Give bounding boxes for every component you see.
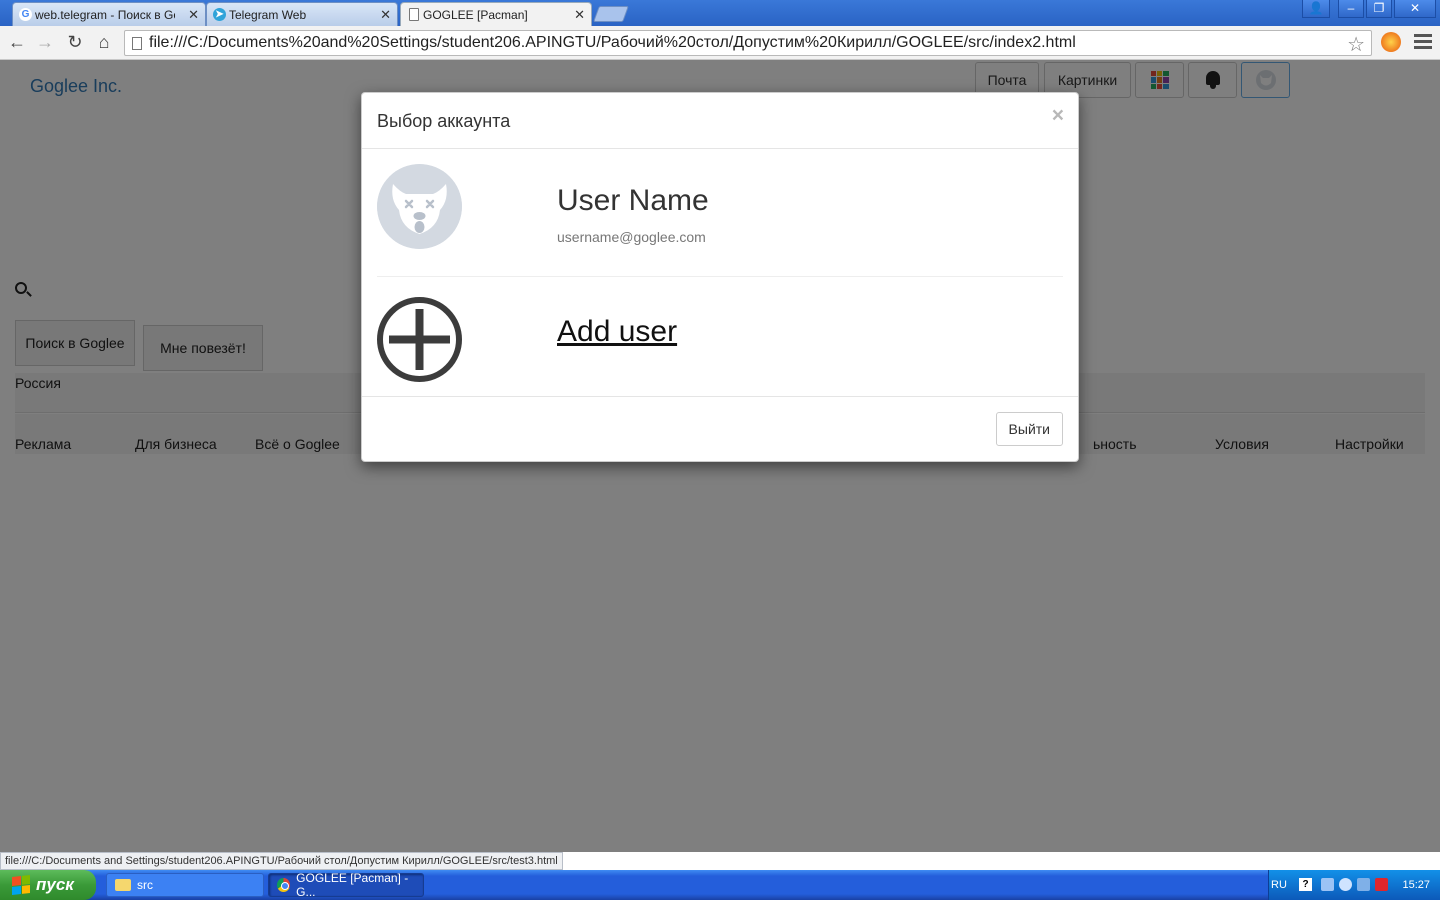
start-label: пуск xyxy=(36,875,74,894)
taskbar-item-src[interactable]: src xyxy=(106,873,264,897)
tab-title: web.telegram - Поиск в Goo xyxy=(35,7,175,22)
tab-goglee[interactable]: GOGLEE [Pacman] ✕ xyxy=(400,2,592,26)
account-row[interactable]: User Name username@goglee.com xyxy=(377,149,1063,277)
menu-icon[interactable] xyxy=(1414,34,1432,52)
reload-icon[interactable]: ↻ xyxy=(64,32,86,53)
close-tab-icon[interactable]: ✕ xyxy=(574,7,585,23)
home-icon[interactable]: ⌂ xyxy=(93,32,115,53)
forward-arrow-icon[interactable]: → xyxy=(34,32,56,53)
close-tab-icon[interactable]: ✕ xyxy=(380,7,391,23)
page-icon xyxy=(132,37,142,50)
add-user-link[interactable]: Add user xyxy=(557,315,677,349)
close-window-button[interactable]: ✕ xyxy=(1394,0,1436,18)
tab-title: Telegram Web xyxy=(229,7,307,22)
tab-title: GOGLEE [Pacman] xyxy=(423,7,528,22)
system-tray: RU ? 15:27 xyxy=(1268,870,1440,900)
account-chooser-modal: Выбор аккаунта × User Name username@gogl… xyxy=(361,92,1079,462)
window-controls: 👤 – ❐ ✕ xyxy=(1302,0,1436,18)
telegram-icon: ➤ xyxy=(213,8,226,21)
taskbar-item-label: GOGLEE [Pacman] - G... xyxy=(296,871,409,899)
monitor-icon[interactable] xyxy=(1357,878,1370,891)
url-input[interactable] xyxy=(149,33,1339,53)
modal-title: Выбор аккаунта xyxy=(377,111,511,131)
google-icon: G xyxy=(19,8,32,21)
new-tab-button[interactable] xyxy=(593,6,629,22)
modal-footer: Выйти xyxy=(362,396,1078,461)
extension-icon[interactable] xyxy=(1381,32,1401,52)
windows-logo-icon xyxy=(12,875,30,895)
tab-google-search[interactable]: G web.telegram - Поиск в Goo ✕ xyxy=(12,2,206,26)
page-icon xyxy=(409,8,419,21)
account-name: User Name xyxy=(557,184,709,217)
network-icon[interactable] xyxy=(1321,878,1334,891)
account-email: username@goglee.com xyxy=(557,229,706,245)
modal-header: Выбор аккаунта × xyxy=(362,93,1078,149)
dog-avatar-icon xyxy=(377,164,462,249)
start-button[interactable]: пуск xyxy=(0,870,96,900)
clock: 15:27 xyxy=(1402,879,1430,891)
folder-icon xyxy=(115,879,131,891)
avatar xyxy=(377,164,462,249)
maximize-button[interactable]: ❐ xyxy=(1366,0,1392,18)
browser-toolbar: ← → ↻ ⌂ ☆ xyxy=(0,26,1440,60)
plus-circle-icon[interactable] xyxy=(377,297,462,382)
add-user-row[interactable]: Add user xyxy=(377,277,1063,397)
address-bar[interactable]: ☆ xyxy=(124,30,1372,56)
close-tab-icon[interactable]: ✕ xyxy=(188,7,199,23)
taskbar-item-label: src xyxy=(137,878,153,892)
taskbar: пуск src GOGLEE [Pacman] - G... RU ? 15:… xyxy=(0,870,1440,900)
language-indicator[interactable]: RU xyxy=(1271,879,1287,891)
minimize-button[interactable]: – xyxy=(1338,0,1364,18)
logout-button[interactable]: Выйти xyxy=(995,412,1063,446)
antivirus-icon[interactable] xyxy=(1375,878,1388,891)
back-arrow-icon[interactable]: ← xyxy=(6,32,28,53)
chrome-icon xyxy=(277,878,291,892)
taskbar-item-chrome[interactable]: GOGLEE [Pacman] - G... xyxy=(268,871,424,899)
help-icon[interactable]: ? xyxy=(1299,878,1312,891)
chevron-left-icon[interactable] xyxy=(1339,878,1352,891)
status-bar: file:///C:/Documents and Settings/studen… xyxy=(0,852,563,870)
browser-tab-bar: G web.telegram - Поиск в Goo ✕ ➤ Telegra… xyxy=(0,0,1440,26)
tab-telegram-web[interactable]: ➤ Telegram Web ✕ xyxy=(206,2,398,26)
bookmark-star-icon[interactable]: ☆ xyxy=(1347,32,1365,57)
profile-icon[interactable]: 👤 xyxy=(1302,0,1330,18)
close-icon[interactable]: × xyxy=(1052,104,1064,128)
